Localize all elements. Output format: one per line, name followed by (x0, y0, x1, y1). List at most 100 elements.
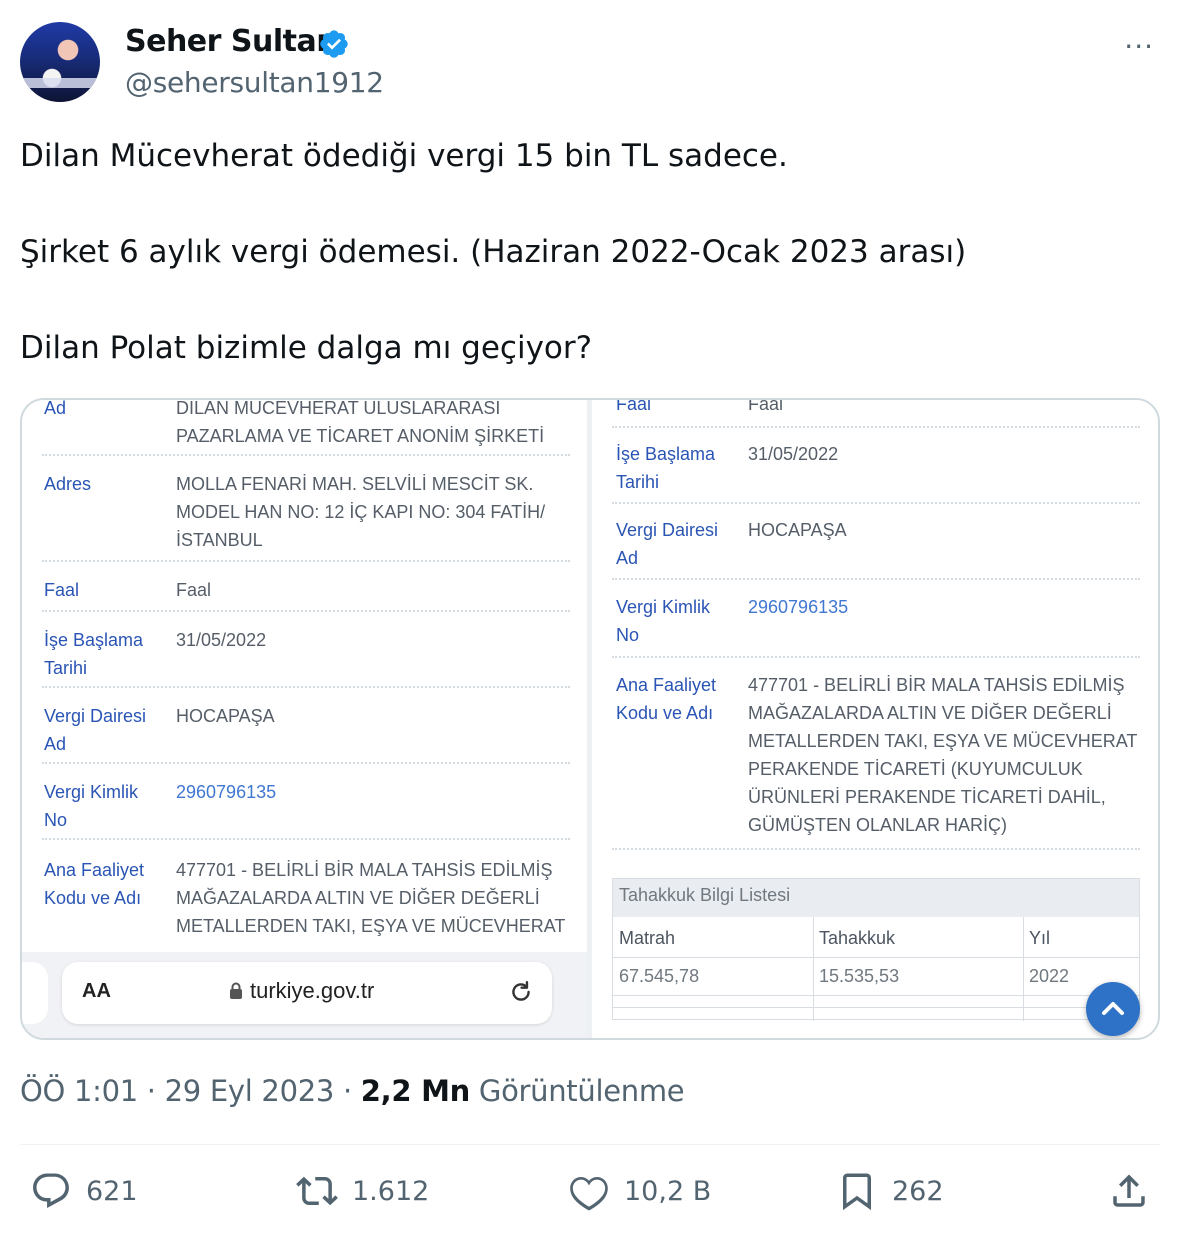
row-value[interactable]: 2960796135 (748, 593, 1146, 649)
row-label: Adres (44, 474, 92, 494)
tweet-line: Şirket 6 aylık vergi ödemesi. (Haziran 2… (20, 234, 967, 270)
author-name[interactable]: Seher Sultan (125, 24, 338, 59)
row-divider (612, 502, 1140, 504)
table-title: Tahakkuk Bilgi Listesi (613, 879, 1139, 917)
bookmark-count: 262 (892, 1175, 944, 1207)
reload-icon[interactable] (508, 979, 534, 1005)
verified-badge-icon (320, 30, 348, 58)
timestamp[interactable]: ÖÖ 1:01 · 29 Eyl 2023 · (20, 1074, 361, 1108)
info-row: Vergi Kimlik No 2960796135 (44, 778, 564, 834)
info-row: Vergi Dairesi Ad HOCAPAŞA (44, 702, 564, 758)
chevron-up-icon (1102, 1002, 1124, 1015)
bookmark-icon (843, 1173, 871, 1211)
lock-icon (230, 982, 242, 999)
views-label: Görüntülenme (469, 1074, 685, 1108)
table-header: Tahakkuk (819, 928, 896, 948)
share-button[interactable] (1108, 1170, 1150, 1212)
text-size-button[interactable]: AA (82, 980, 111, 1003)
url-field[interactable]: AA turkiye.gov.tr (62, 962, 552, 1024)
table-rule (613, 995, 1139, 996)
row-label: Ana Faaliyet Kodu ve Adı (616, 675, 717, 723)
screenshot-right: Faal Faal İşe Başlama Tarihi 31/05/2022 … (592, 398, 1158, 1038)
info-row: Vergi Kimlik No 2960796135 (616, 593, 1146, 649)
row-value: HOCAPAŞA (176, 706, 275, 726)
row-value: MOLLA FENARİ MAH. SELVİLİ MESCİT SK. MOD… (176, 474, 546, 550)
row-divider (612, 426, 1140, 428)
browser-address-bar: AA turkiye.gov.tr (22, 952, 587, 1038)
screenshot-left: Ad DILAN MUCEVHERAT ULUSLARARASI PAZARLA… (22, 400, 587, 1038)
row-divider (42, 762, 570, 764)
retweet-icon (296, 1176, 338, 1206)
info-row: Adres MOLLA FENARİ MAH. SELVİLİ MESCİT S… (44, 470, 564, 554)
action-bar: 621 1.612 10,2 B 262 (30, 1170, 1160, 1220)
share-icon (1113, 1174, 1145, 1207)
row-divider (612, 848, 1140, 850)
row-label: Vergi Kimlik No (44, 782, 139, 830)
table-rule (613, 957, 1139, 958)
info-row: Ana Faaliyet Kodu ve Adı 477701 - BELİRL… (616, 671, 1156, 839)
info-row: Vergi Dairesi Ad HOCAPAŞA (616, 516, 1146, 572)
tweet-line: Dilan Mücevherat ödediği vergi 15 bin TL… (20, 138, 788, 174)
row-divider (42, 454, 570, 456)
row-label: İşe Başlama Tarihi (44, 630, 144, 678)
url-text[interactable]: turkiye.gov.tr (250, 978, 374, 1004)
row-value: Faal (176, 580, 212, 600)
row-label: Ad (44, 398, 67, 418)
more-options-icon[interactable]: ··· (1124, 30, 1154, 63)
retweet-count: 1.612 (352, 1175, 430, 1207)
info-row: Faal Faal (616, 398, 1146, 418)
table-header: Yıl (1029, 928, 1051, 948)
row-label: Ana Faaliyet Kodu ve Adı (44, 860, 145, 908)
author-handle[interactable]: @sehersultan1912 (125, 66, 384, 99)
like-button[interactable]: 10,2 B (568, 1170, 711, 1212)
table-cell: 2022 (1029, 966, 1070, 986)
row-label: Faal (44, 580, 80, 600)
row-label: Vergi Kimlik No (616, 597, 711, 645)
row-divider (42, 610, 570, 612)
tweet-media[interactable]: Ad DILAN MUCEVHERAT ULUSLARARASI PAZARLA… (20, 398, 1160, 1040)
row-divider (42, 838, 570, 840)
reply-icon (33, 1173, 69, 1208)
row-divider (42, 560, 570, 562)
row-label: Vergi Dairesi Ad (616, 520, 719, 568)
row-label: Faal (616, 398, 652, 414)
row-divider (612, 656, 1140, 658)
info-row: Faal Faal (44, 576, 564, 604)
table-cell: 15.535,53 (819, 966, 900, 986)
row-value: DILAN MUCEVHERAT ULUSLARARASI PAZARLAMA … (176, 398, 545, 446)
bookmark-button[interactable]: 262 (836, 1170, 944, 1212)
table-rule (613, 1007, 1139, 1008)
row-value: 31/05/2022 (748, 444, 839, 464)
table-header: Matrah (619, 928, 676, 948)
row-divider (42, 686, 570, 688)
tab-edge (22, 962, 48, 1024)
tweet-line: Dilan Polat bizimle dalga mı geçiyor? (20, 330, 593, 366)
retweet-button[interactable]: 1.612 (296, 1170, 429, 1212)
tahakkuk-table: Tahakkuk Bilgi Listesi Matrah Tahakkuk Y… (612, 878, 1140, 1021)
like-count: 10,2 B (624, 1175, 712, 1207)
heart-icon (570, 1176, 608, 1211)
row-value: 477701 - BELİRLİ BİR MALA TAHSİS EDİLMİŞ… (176, 860, 566, 936)
info-row: İşe Başlama Tarihi 31/05/2022 (44, 626, 564, 682)
views-count: 2,2 Mn (360, 1074, 470, 1108)
tweet-meta: ÖÖ 1:01 · 29 Eyl 2023 · 2,2 Mn Görüntüle… (20, 1074, 685, 1108)
tweet-header: Seher Sultan @sehersultan1912 ··· (20, 20, 1160, 104)
row-label: İşe Başlama Tarihi (616, 444, 716, 492)
avatar[interactable] (20, 22, 100, 102)
row-value: HOCAPAŞA (748, 520, 847, 540)
row-value[interactable]: 2960796135 (176, 778, 564, 834)
table-cell: 67.545,78 (619, 966, 700, 986)
row-value: Faal (748, 398, 784, 414)
info-row: Ad DILAN MUCEVHERAT ULUSLARARASI PAZARLA… (44, 398, 564, 450)
info-row: İşe Başlama Tarihi 31/05/2022 (616, 440, 1146, 496)
reply-count: 621 (86, 1175, 138, 1207)
reply-button[interactable]: 621 (30, 1170, 138, 1212)
tweet-text: Dilan Mücevherat ödediği vergi 15 bin TL… (20, 132, 1160, 420)
row-value: 477701 - BELİRLİ BİR MALA TAHSİS EDİLMİŞ… (748, 675, 1138, 835)
scroll-to-top-button (1086, 982, 1140, 1036)
row-divider (612, 578, 1140, 580)
info-row: Ana Faaliyet Kodu ve Adı 477701 - BELİRL… (44, 856, 574, 940)
divider (20, 1144, 1160, 1145)
row-label: Vergi Dairesi Ad (44, 706, 147, 754)
row-value: 31/05/2022 (176, 630, 267, 650)
